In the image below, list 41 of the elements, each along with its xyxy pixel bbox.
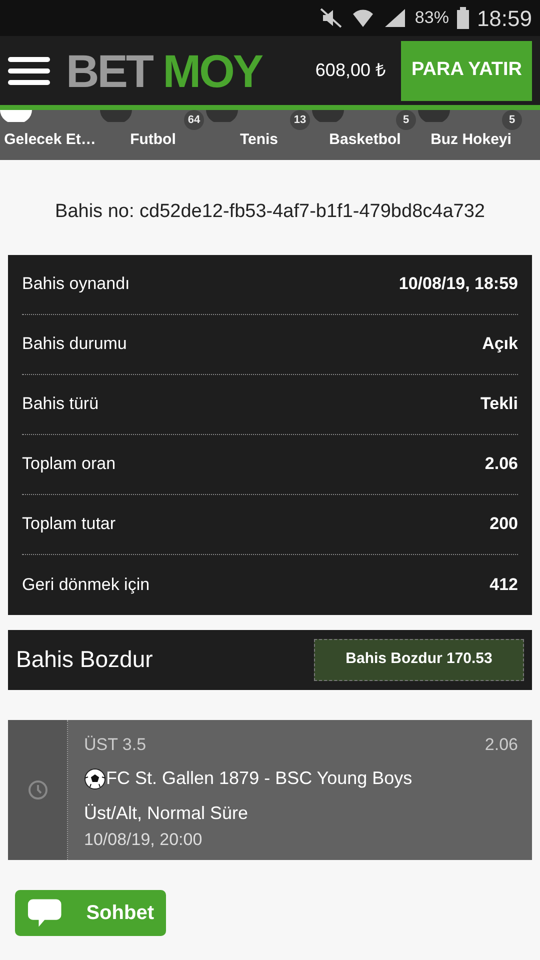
cashout-title: Bahis Bozdur xyxy=(16,645,153,674)
soccer-ball-icon xyxy=(84,768,106,790)
detail-value: Açık xyxy=(482,333,518,356)
detail-value: 200 xyxy=(490,513,518,536)
match-time: 10/08/19, 20:00 xyxy=(84,829,204,851)
battery-icon xyxy=(456,7,469,29)
speech-bubble-icon xyxy=(27,896,62,928)
sport-tab[interactable]: Tenis 13 xyxy=(206,110,312,160)
menu-icon[interactable] xyxy=(8,54,50,86)
count-badge: 5 xyxy=(396,110,416,130)
match-name: FC St. Gallen 1879 - BSC Young Boys xyxy=(106,767,412,790)
count-badge: 5 xyxy=(502,110,522,130)
detail-label: Bahis oynandı xyxy=(22,273,130,296)
market-name: Üst/Alt, Normal Süre xyxy=(84,802,250,825)
detail-value: 2.06 xyxy=(484,453,518,476)
detail-value: 10/08/19, 18:59 xyxy=(398,273,518,296)
sport-tab[interactable]: Basketbol 5 xyxy=(312,110,418,160)
balance: 608,00 ₺ xyxy=(315,59,386,82)
sport-tab[interactable]: Buz Hokeyi 5 xyxy=(418,110,524,160)
clock: 18:59 xyxy=(476,4,532,32)
sport-tab[interactable]: Gelecek Et… xyxy=(0,110,100,160)
detail-label: Bahis türü xyxy=(22,393,99,416)
selection-pick: ÜST 3.5 xyxy=(84,734,146,756)
battery-level: 83% xyxy=(414,7,449,30)
detail-label: Toplam tutar xyxy=(22,513,116,536)
count-badge: 64 xyxy=(184,110,204,130)
clock-icon xyxy=(28,780,48,800)
detail-label: Bahis durumu xyxy=(22,333,127,356)
mute-icon xyxy=(318,7,343,29)
detail-value: 412 xyxy=(490,574,518,596)
signal-icon xyxy=(382,7,407,29)
sport-tab[interactable]: Futbol 64 xyxy=(100,110,206,160)
detail-value: Tekli xyxy=(480,393,518,416)
selection-odds: 2.06 xyxy=(484,734,518,756)
logo[interactable]: BET MOY xyxy=(66,48,262,94)
wifi-icon xyxy=(350,7,375,29)
detail-label: Toplam oran xyxy=(22,453,116,476)
bet-number: Bahis no: cd52de12-fb53-4af7-b1f1-479bd8c4a732 xyxy=(54,200,486,224)
count-badge: 13 xyxy=(290,110,310,130)
cashout-button[interactable]: Bahis Bozdur 170.53 xyxy=(314,638,524,680)
detail-label: Geri dönmek için xyxy=(22,574,150,596)
